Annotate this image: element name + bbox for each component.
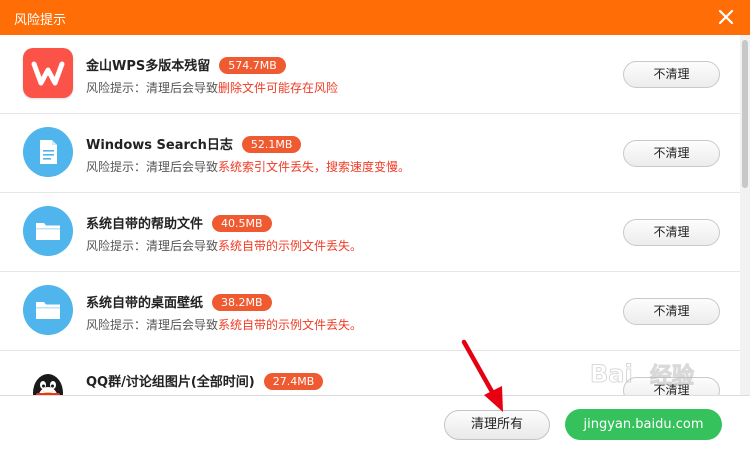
- window-title: 风险提示: [14, 13, 67, 28]
- keep-button[interactable]: 不清理: [623, 298, 720, 325]
- risk-description: 风险提示：清理后会导致系统自带的示例文件丢失。: [86, 318, 363, 332]
- list-item: 系统自带的桌面壁纸 38.2MB 风险提示：清理后会导致系统自带的示例文件丢失。 …: [0, 272, 740, 351]
- qq-penguin-icon: [23, 364, 73, 395]
- keep-button[interactable]: 不清理: [623, 140, 720, 167]
- scrollbar-thumb[interactable]: [742, 40, 748, 188]
- smart-clean-button[interactable]: jingyan.baidu.com: [565, 409, 722, 440]
- size-badge: 52.1MB: [241, 136, 302, 153]
- size-badge: 40.5MB: [212, 215, 272, 232]
- item-name: QQ群/讨论组图片(全部时间) 27.4MB: [86, 371, 324, 390]
- size-badge: 27.4MB: [263, 373, 324, 390]
- risk-description: 风险提示：清理后会导致系统索引文件丢失，搜索速度变慢。: [86, 160, 411, 174]
- item-name: 系统自带的帮助文件 40.5MB: [86, 213, 272, 232]
- size-badge: 574.7MB: [219, 57, 286, 74]
- risk-description: 风险提示：清理后会导致删除文件可能存在风险: [86, 81, 339, 95]
- keep-button[interactable]: 不清理: [623, 377, 720, 395]
- list-item: Windows Search日志 52.1MB 风险提示：清理后会导致系统索引文件…: [0, 114, 740, 193]
- list-item: 金山WPS多版本残留 574.7MB 风险提示：清理后会导致删除文件可能存在风险 …: [0, 35, 740, 114]
- list-item: 系统自带的帮助文件 40.5MB 风险提示：清理后会导致系统自带的示例文件丢失。 …: [0, 193, 740, 272]
- keep-button[interactable]: 不清理: [623, 219, 720, 246]
- list-item: QQ群/讨论组图片(全部时间) 27.4MB 不清理: [0, 351, 740, 395]
- keep-button[interactable]: 不清理: [623, 61, 720, 88]
- scrollbar[interactable]: [740, 35, 750, 395]
- size-badge: 38.2MB: [212, 294, 272, 311]
- item-name: 金山WPS多版本残留 574.7MB: [86, 55, 286, 74]
- risk-description: 风险提示：清理后会导致系统自带的示例文件丢失。: [86, 239, 363, 253]
- document-icon: [23, 127, 73, 177]
- cleanup-item-list: 金山WPS多版本残留 574.7MB 风险提示：清理后会导致删除文件可能存在风险 …: [0, 35, 740, 395]
- title-bar: 风险提示: [0, 0, 750, 35]
- item-name: Windows Search日志 52.1MB: [86, 134, 302, 153]
- close-icon[interactable]: [714, 6, 738, 28]
- footer-bar: 清理所有 jingyan.baidu.com: [0, 395, 750, 450]
- wps-icon: [23, 48, 73, 98]
- item-name: 系统自带的桌面壁纸 38.2MB: [86, 292, 272, 311]
- folder-icon: [23, 206, 73, 256]
- clean-all-button[interactable]: 清理所有: [444, 410, 550, 440]
- folder-icon: [23, 285, 73, 335]
